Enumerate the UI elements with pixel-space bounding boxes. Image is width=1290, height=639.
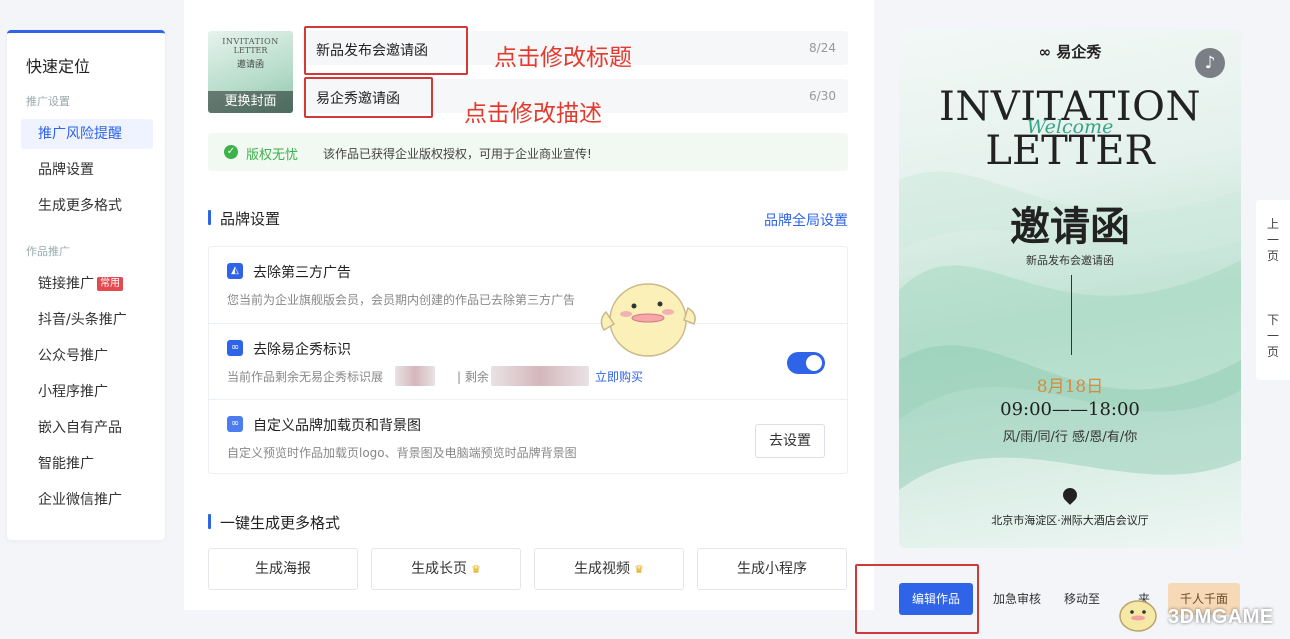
preview-time: 09:00——18:00 bbox=[1000, 399, 1140, 420]
description-char-count: 6/30 bbox=[809, 89, 836, 103]
copyright-description: 该作品已获得企业版权授权，可用于企业商业宣传! bbox=[323, 147, 592, 161]
preview-date: 8月18日 bbox=[1036, 377, 1104, 397]
custom-brand-row: ∞ 自定义品牌加载页和背景图 自定义预览时作品加载页logo、背景图及电脑端预览… bbox=[209, 399, 847, 475]
generate-long-page-button[interactable]: 生成长页 ♛ bbox=[371, 548, 521, 590]
title-char-count: 8/24 bbox=[809, 41, 836, 55]
ad-block-icon: ◭ bbox=[227, 263, 243, 279]
logo-mark-icon: ∞ bbox=[1038, 43, 1057, 61]
brand-global-settings-link[interactable]: 品牌全局设置 bbox=[764, 210, 848, 230]
cover-text-2: LETTER bbox=[233, 46, 268, 55]
sidebar-item-wecom-promo[interactable]: 企业微信推广 bbox=[21, 485, 153, 515]
crown-icon: ♛ bbox=[634, 563, 644, 576]
sidebar-item-embed[interactable]: 嵌入自有产品 bbox=[21, 413, 153, 443]
remove-logo-toggle[interactable] bbox=[787, 352, 825, 374]
check-circle-icon: ✓ bbox=[224, 145, 238, 159]
description-highlight-box bbox=[304, 77, 433, 118]
mascot-sticker bbox=[600, 283, 696, 357]
page-navigator: 上一页 下一页 bbox=[1256, 200, 1290, 380]
music-note-icon[interactable]: ♪ bbox=[1195, 48, 1225, 78]
preview-brand-logo: ∞ 易企秀 bbox=[899, 41, 1241, 62]
sidebar-item-risk-alert[interactable]: 推广风险提醒 bbox=[21, 119, 153, 149]
remove-logo-remaining: | 剩余 bbox=[457, 370, 489, 384]
redacted-count-2 bbox=[491, 366, 589, 386]
buy-now-link[interactable]: 立即购买 bbox=[595, 368, 643, 385]
generate-video-label: 生成视频 bbox=[574, 561, 631, 577]
sidebar-item-brand-settings[interactable]: 品牌设置 bbox=[21, 155, 153, 185]
watermark-text: 3DMGAME bbox=[1168, 606, 1274, 628]
quick-nav-sidebar: 快速定位 推广设置 推广风险提醒 品牌设置 生成更多格式 作品推广 链接推广 常用… bbox=[7, 30, 165, 540]
remove-ads-desc: 您当前为企业旗舰版会员，会员期内创建的作品已去除第三方广告 bbox=[227, 293, 576, 307]
redacted-count-1 bbox=[395, 366, 435, 386]
prev-page-button[interactable]: 上一页 bbox=[1256, 216, 1290, 264]
go-setup-button[interactable]: 去设置 bbox=[755, 424, 825, 458]
sidebar-item-label: 链接推广 bbox=[38, 276, 94, 292]
preview-subtitle: 新品发布会邀请函 bbox=[1026, 254, 1114, 267]
crown-icon: ♛ bbox=[471, 563, 481, 576]
sidebar-item-douyin-promo[interactable]: 抖音/头条推广 bbox=[21, 305, 153, 335]
preview-headline-2: LETTER bbox=[985, 128, 1155, 174]
preview-title-cn: 邀请函 bbox=[1010, 203, 1130, 250]
urgent-review-button[interactable]: 加急审核 bbox=[983, 583, 1051, 615]
change-cover-button[interactable]: 更换封面 bbox=[208, 91, 293, 113]
title-annotation: 点击修改标题 bbox=[494, 45, 632, 71]
custom-brand-title: 自定义品牌加载页和背景图 bbox=[253, 418, 421, 434]
generate-mini-program-button[interactable]: 生成小程序 bbox=[697, 548, 847, 590]
common-badge: 常用 bbox=[97, 277, 123, 291]
cover-text-1: INVITATION bbox=[222, 37, 279, 46]
sidebar-group-promo-settings: 推广设置 bbox=[26, 95, 70, 108]
logo-mark-icon: ∞ bbox=[227, 340, 243, 356]
remove-logo-row: ∞ 去除易企秀标识 当前作品剩余无易企秀标识展 | 剩余 立即购买 bbox=[209, 323, 847, 399]
remove-logo-title: 去除易企秀标识 bbox=[253, 342, 351, 358]
copyright-label: 版权无忧 bbox=[246, 148, 299, 163]
watermark-mascot bbox=[1119, 600, 1157, 632]
sidebar-item-mini-program[interactable]: 小程序推广 bbox=[21, 377, 153, 407]
title-highlight-box bbox=[304, 26, 468, 75]
cover-thumbnail[interactable]: INVITATION LETTER 邀请函 更换封面 bbox=[208, 31, 293, 113]
custom-brand-desc: 自定义预览时作品加载页logo、背景图及电脑端预览时品牌背景图 bbox=[227, 446, 577, 460]
cover-text-3: 邀请函 bbox=[236, 60, 264, 70]
invitation-preview[interactable]: ∞ 易企秀 ♪ INVITATION Welcome LETTER 邀请函 新品… bbox=[899, 30, 1241, 548]
next-page-button[interactable]: 下一页 bbox=[1256, 312, 1290, 360]
sidebar-item-smart-promo[interactable]: 智能推广 bbox=[21, 449, 153, 479]
copyright-banner: ✓ 版权无忧 该作品已获得企业版权授权，可用于企业商业宣传! bbox=[208, 133, 848, 171]
remove-ads-title: 去除第三方广告 bbox=[253, 265, 351, 281]
brand-section-title: 品牌设置 bbox=[208, 208, 280, 229]
settings-panel: INVITATION LETTER 邀请函 更换封面 新品发布会邀请函 8/24… bbox=[184, 0, 874, 610]
sidebar-item-more-formats[interactable]: 生成更多格式 bbox=[21, 191, 153, 221]
sidebar-title: 快速定位 bbox=[26, 57, 91, 76]
generate-video-button[interactable]: 生成视频 ♛ bbox=[534, 548, 684, 590]
remove-logo-desc: 当前作品剩余无易企秀标识展 bbox=[227, 370, 384, 384]
preview-brand-name: 易企秀 bbox=[1056, 43, 1102, 61]
brand-settings-list: ◭ 去除第三方广告 您当前为企业旗舰版会员，会员期内创建的作品已去除第三方广告 … bbox=[208, 246, 848, 474]
preview-address: 北京市海淀区·洲际大酒店会议厅 bbox=[991, 514, 1149, 527]
edit-work-button[interactable]: 编辑作品 bbox=[899, 583, 973, 615]
preview-divider bbox=[1071, 275, 1072, 355]
generate-long-page-label: 生成长页 bbox=[411, 561, 468, 577]
sidebar-group-work-promo: 作品推广 bbox=[26, 245, 70, 258]
sidebar-item-official-account[interactable]: 公众号推广 bbox=[21, 341, 153, 371]
generate-poster-button[interactable]: 生成海报 bbox=[208, 548, 358, 590]
sidebar-item-link-promo[interactable]: 链接推广 常用 bbox=[21, 269, 153, 299]
formats-section-title: 一键生成更多格式 bbox=[208, 512, 340, 533]
remove-ads-row: ◭ 去除第三方广告 您当前为企业旗舰版会员，会员期内创建的作品已去除第三方广告 bbox=[209, 247, 847, 323]
preview-motto: 风/雨/同/行 感/恩/有/你 bbox=[1002, 430, 1138, 445]
brand-page-icon: ∞ bbox=[227, 416, 243, 432]
description-annotation: 点击修改描述 bbox=[464, 101, 602, 127]
